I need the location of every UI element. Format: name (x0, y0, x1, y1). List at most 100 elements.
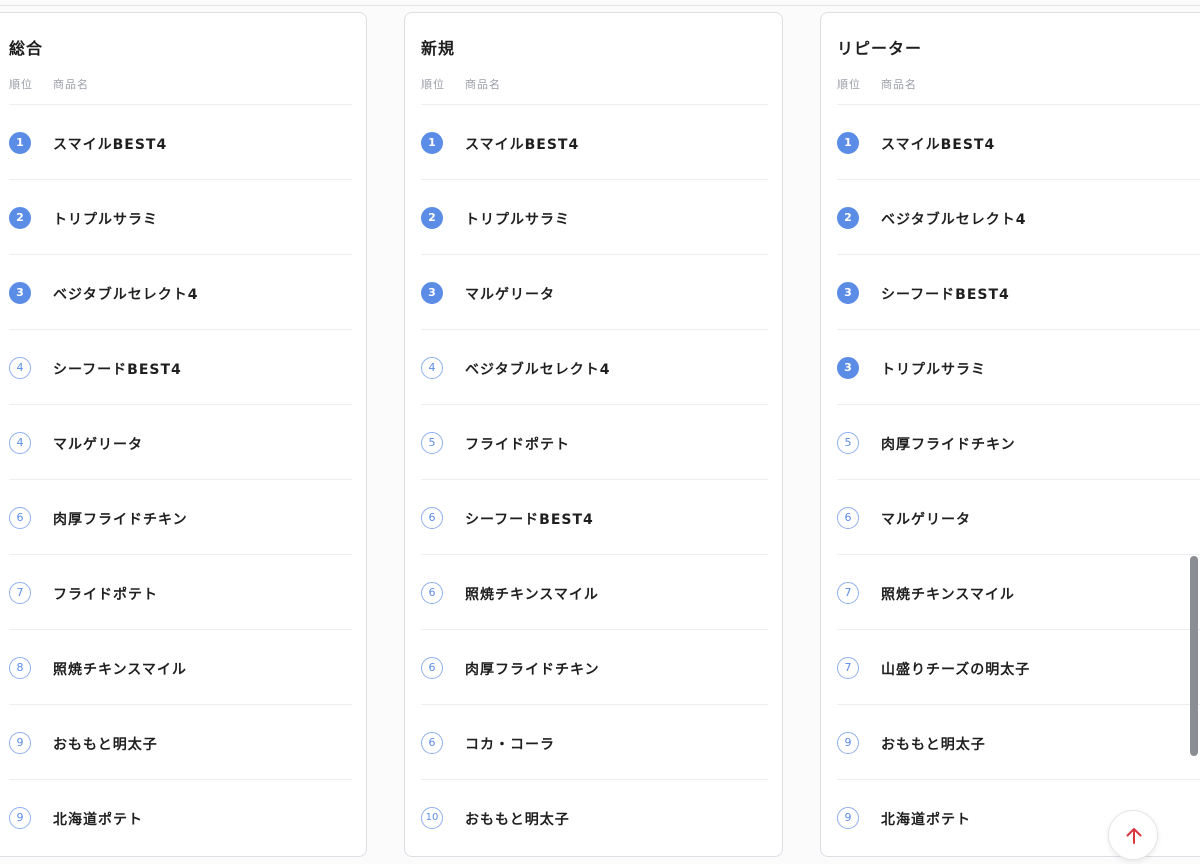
ranking-row: 5 肉厚フライドチキン (837, 405, 1200, 480)
product-name: スマイルBEST4 (465, 137, 580, 153)
rank-badge: 5 (837, 432, 859, 454)
product-name: スマイルBEST4 (53, 137, 168, 153)
product-name: トリプルサラミ (465, 212, 570, 228)
ranking-row: 5 フライドポテト (421, 405, 768, 480)
ranking-list: 1 スマイルBEST4 2 ベジタブルセレクト4 3 シーフードBEST4 3 トリプルサラミ… (837, 105, 1200, 855)
ranking-row: 1 スマイルBEST4 (421, 105, 768, 180)
product-name: ベジタブルセレクト4 (53, 287, 199, 303)
rank-badge: 9 (837, 732, 859, 754)
ranking-row: 8 照焼チキンスマイル (9, 630, 352, 705)
product-name: 照焼チキンスマイル (53, 662, 187, 678)
product-name: おももと明太子 (881, 737, 986, 753)
product-name-header: 商品名 (881, 78, 917, 91)
ranking-row: 3 シーフードBEST4 (837, 255, 1200, 330)
ranking-row: 6 コカ・コーラ (421, 705, 768, 780)
rank-badge: 3 (421, 282, 443, 304)
ranking-row: 6 マルゲリータ (837, 480, 1200, 555)
rank-badge: 7 (837, 582, 859, 604)
ranking-row: 3 マルゲリータ (421, 255, 768, 330)
rank-header: 順位 (421, 78, 445, 91)
rank-badge: 9 (9, 732, 31, 754)
rank-badge: 3 (837, 282, 859, 304)
rank-badge: 1 (837, 132, 859, 154)
product-name: マルゲリータ (465, 287, 555, 303)
product-name: おももと明太子 (53, 737, 158, 753)
product-name: 北海道ポテト (881, 812, 971, 828)
ranking-row: 6 肉厚フライドチキン (9, 480, 352, 555)
ranking-card-new: 新規 順位 商品名 1 スマイルBEST4 2 トリプルサラミ 3 マルゲリータ 4 ベジタブ… (404, 12, 783, 857)
rank-badge: 6 (421, 507, 443, 529)
product-name: シーフードBEST4 (881, 287, 1010, 303)
ranking-row: 7 照焼チキンスマイル (837, 555, 1200, 630)
ranking-row: 4 マルゲリータ (9, 405, 352, 480)
rank-header: 順位 (837, 78, 861, 91)
ranking-row: 2 ベジタブルセレクト4 (837, 180, 1200, 255)
ranking-row: 2 トリプルサラミ (421, 180, 768, 255)
product-name: 照焼チキンスマイル (881, 587, 1015, 603)
card-title: 新規 (421, 39, 456, 58)
rank-badge: 6 (837, 507, 859, 529)
arrow-up-icon (1126, 828, 1142, 844)
product-name: コカ・コーラ (465, 737, 555, 753)
ranking-row: 4 シーフードBEST4 (9, 330, 352, 405)
ranking-row: 3 トリプルサラミ (837, 330, 1200, 405)
rank-badge: 8 (9, 657, 31, 679)
product-name: シーフードBEST4 (465, 512, 594, 528)
ranking-row: 9 おももと明太子 (837, 705, 1200, 780)
ranking-row: 7 フライドポテト (9, 555, 352, 630)
rank-badge: 3 (9, 282, 31, 304)
rank-badge: 5 (421, 432, 443, 454)
scrollbar-thumb[interactable] (1190, 556, 1198, 756)
ranking-row: 6 シーフードBEST4 (421, 480, 768, 555)
product-name: 照焼チキンスマイル (465, 587, 599, 603)
ranking-row: 7 山盛りチーズの明太子 (837, 630, 1200, 705)
ranking-row: 9 おももと明太子 (9, 705, 352, 780)
rank-badge: 4 (421, 357, 443, 379)
product-name: ベジタブルセレクト4 (465, 362, 611, 378)
rank-badge: 7 (837, 657, 859, 679)
ranking-row: 6 照焼チキンスマイル (421, 555, 768, 630)
rank-badge: 6 (9, 507, 31, 529)
product-name: トリプルサラミ (881, 362, 986, 378)
rank-badge: 2 (837, 207, 859, 229)
ranking-row: 2 トリプルサラミ (9, 180, 352, 255)
product-name: 肉厚フライドチキン (53, 512, 188, 528)
rank-badge: 2 (421, 207, 443, 229)
ranking-row: 3 ベジタブルセレクト4 (9, 255, 352, 330)
rank-badge: 7 (9, 582, 31, 604)
rank-badge: 1 (9, 132, 31, 154)
ranking-row: 6 肉厚フライドチキン (421, 630, 768, 705)
scroll-to-top-button[interactable] (1108, 810, 1158, 860)
ranking-card-repeater: リピーター 順位 商品名 1 スマイルBEST4 2 ベジタブルセレクト4 3 シーフード… (820, 12, 1200, 857)
top-divider (0, 0, 1200, 6)
rank-header: 順位 (9, 78, 33, 91)
product-name-header: 商品名 (465, 78, 501, 91)
product-name: シーフードBEST4 (53, 362, 182, 378)
rank-badge: 3 (837, 357, 859, 379)
rank-badge: 6 (421, 582, 443, 604)
rank-badge: 6 (421, 732, 443, 754)
card-title: リピーター (837, 39, 923, 58)
rank-badge: 4 (9, 357, 31, 379)
product-name: フライドポテト (53, 587, 158, 603)
product-name: 肉厚フライドチキン (881, 437, 1016, 453)
product-name: おももと明太子 (465, 812, 570, 828)
rank-badge: 2 (9, 207, 31, 229)
ranking-row: 9 北海道ポテト (9, 780, 352, 855)
product-name: ベジタブルセレクト4 (881, 212, 1027, 228)
product-name: マルゲリータ (53, 437, 143, 453)
product-name: マルゲリータ (881, 512, 971, 528)
product-name: トリプルサラミ (53, 212, 158, 228)
product-name-header: 商品名 (53, 78, 89, 91)
ranking-list: 1 スマイルBEST4 2 トリプルサラミ 3 ベジタブルセレクト4 4 シーフードBEST4… (9, 105, 352, 855)
ranking-row: 1 スマイルBEST4 (9, 105, 352, 180)
rank-badge: 9 (837, 807, 859, 829)
rank-badge: 1 (421, 132, 443, 154)
rank-badge: 4 (9, 432, 31, 454)
card-title: 総合 (9, 39, 44, 58)
ranking-list: 1 スマイルBEST4 2 トリプルサラミ 3 マルゲリータ 4 ベジタブルセレクト4 5 フライ… (421, 105, 768, 855)
product-name: スマイルBEST4 (881, 137, 996, 153)
ranking-row: 10 おももと明太子 (421, 780, 768, 855)
ranking-row: 4 ベジタブルセレクト4 (421, 330, 768, 405)
rank-badge: 10 (421, 807, 443, 829)
